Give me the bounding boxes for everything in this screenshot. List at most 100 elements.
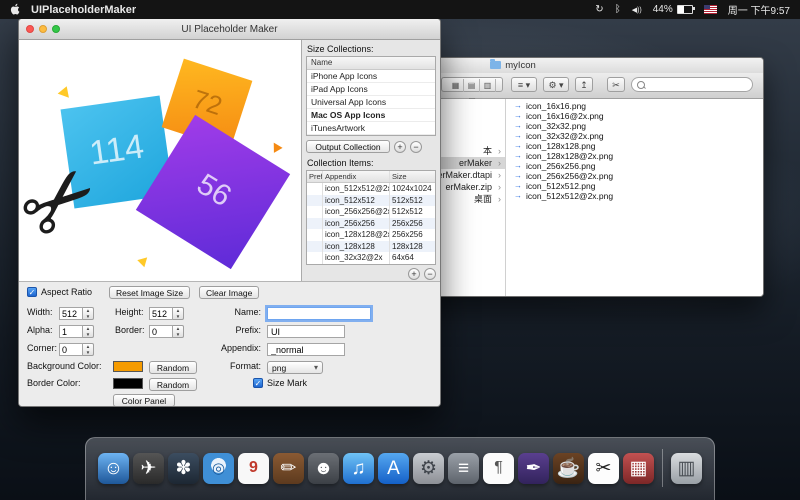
input-language-flag-icon[interactable] [704, 5, 717, 14]
table-row[interactable]: icon_512x512@2x1024x1024 [307, 183, 435, 195]
add-collection-button[interactable]: + [394, 141, 406, 153]
border-input[interactable] [149, 325, 173, 338]
stepper-arrows[interactable]: ▲▼ [173, 325, 184, 338]
dock-item-textedit[interactable]: ¶ [483, 453, 514, 484]
dock-item-parallels[interactable]: ▦ [623, 453, 654, 484]
table-row[interactable]: icon_128x128128x128 [307, 241, 435, 253]
apple-menu-icon[interactable] [10, 3, 21, 16]
collection-item[interactable]: Universal App Icons [307, 96, 435, 109]
collection-item[interactable]: iPad App Icons [307, 83, 435, 96]
dock-item-launchpad[interactable]: ✈ [133, 453, 164, 484]
file-row[interactable]: →icon_256x256@2x.png [506, 171, 763, 181]
stepper-arrows[interactable]: ▲▼ [83, 307, 94, 320]
list-header: Name [307, 57, 435, 70]
search-input[interactable] [648, 79, 742, 91]
edit-tool-button[interactable]: ✂ [607, 77, 625, 92]
file-row[interactable]: →icon_128x128.png [506, 141, 763, 151]
trash-icon: ▥ [678, 459, 696, 478]
stepper-down-icon: ▼ [83, 314, 93, 320]
file-arrow-icon: → [514, 181, 522, 191]
app-window-title: UI Placeholder Maker [19, 24, 440, 35]
volume-icon[interactable]: ◀)) [632, 6, 642, 14]
view-mode-control[interactable]: ▦▤▥▭ [441, 77, 503, 92]
file-row[interactable]: →icon_256x256.png [506, 161, 763, 171]
remove-collection-button[interactable]: − [410, 141, 422, 153]
image-preview[interactable]: 114 72 56 ✂ [19, 40, 301, 281]
stepper-arrows[interactable]: ▲▼ [83, 325, 94, 338]
dock-item-coffee-app[interactable]: ☕ [553, 453, 584, 484]
dock-item-trash[interactable]: ▥ [671, 453, 702, 484]
time-machine-icon[interactable]: ↻ [595, 4, 603, 15]
dock-item-pixelmator[interactable]: ✒ [518, 453, 549, 484]
dock-item-utilities[interactable]: ≡ [448, 453, 479, 484]
chevron-right-icon: › [498, 145, 501, 157]
table-row[interactable]: icon_32x32@2x64x64 [307, 252, 435, 264]
dock-item-photos[interactable]: ✽ [168, 453, 199, 484]
list-view-icon[interactable]: ▤ [464, 79, 480, 92]
stepper-arrows[interactable]: ▲▼ [83, 343, 94, 356]
alpha-input[interactable] [59, 325, 83, 338]
color-panel-button[interactable]: Color Panel [113, 394, 175, 407]
file-row[interactable]: →icon_32x32.png [506, 121, 763, 131]
bluetooth-icon[interactable]: ᛒ [615, 4, 621, 15]
width-input[interactable] [59, 307, 83, 320]
arrange-button[interactable]: ≡ ▾ [511, 77, 537, 92]
remove-item-button[interactable]: − [424, 268, 436, 280]
clear-image-button[interactable]: Clear Image [199, 286, 259, 299]
border-color-swatch[interactable] [113, 378, 143, 389]
reset-image-size-button[interactable]: Reset Image Size [109, 286, 190, 299]
file-row[interactable]: →icon_16x16@2x.png [506, 111, 763, 121]
table-row[interactable]: icon_128x128@2x256x256 [307, 229, 435, 241]
search-field[interactable] [631, 77, 753, 92]
aspect-ratio-option[interactable]: ✓ Aspect Ratio [27, 287, 92, 297]
collection-item[interactable]: iTunesArtwork [307, 122, 435, 135]
corner-input[interactable] [59, 343, 83, 356]
size-mark-option[interactable]: ✓ Size Mark [253, 378, 307, 388]
dock-item-system-preferences[interactable]: ⚙ [413, 453, 444, 484]
dock-item-contacts[interactable]: ☻ [308, 453, 339, 484]
menubar-app-name[interactable]: UIPlaceholderMaker [31, 4, 136, 16]
collection-item-selected[interactable]: Mac OS App Icons [307, 109, 435, 122]
dock-item-finder[interactable]: ☺ [98, 453, 129, 484]
chevron-right-icon: › [498, 157, 501, 169]
name-input[interactable] [267, 307, 371, 320]
table-row[interactable]: icon_256x256256x256 [307, 218, 435, 230]
file-row[interactable]: →icon_512x512@2x.png [506, 191, 763, 201]
dock-item-app-store[interactable]: A [378, 453, 409, 484]
share-button[interactable]: ↥ [575, 77, 593, 92]
background-random-button[interactable]: Random [149, 361, 197, 374]
dock-item-itunes[interactable]: ♫ [343, 453, 374, 484]
table-row[interactable]: icon_512x512512x512 [307, 195, 435, 207]
aspect-ratio-checkbox[interactable]: ✓ [27, 287, 37, 297]
dock-item-ui-placeholder-maker[interactable]: ✂ [588, 453, 619, 484]
column-view-icon[interactable]: ▥ [480, 79, 496, 92]
menubar-clock[interactable]: 周一 下午9:57 [728, 2, 790, 17]
gear-icon: ⚙ [548, 80, 556, 90]
add-item-button[interactable]: + [408, 268, 420, 280]
collection-item[interactable]: iPhone App Icons [307, 70, 435, 83]
dock-item-safari[interactable]: ◎ [203, 453, 234, 484]
collections-panel: Size Collections: Name iPhone App Icons … [301, 40, 440, 281]
dock-item-calendar[interactable]: 9 [238, 453, 269, 484]
file-row[interactable]: →icon_128x128@2x.png [506, 151, 763, 161]
table-row[interactable]: icon_256x256@2x512x512 [307, 206, 435, 218]
height-input[interactable] [149, 307, 173, 320]
prefix-input[interactable] [267, 325, 345, 338]
appendix-input[interactable] [267, 343, 345, 356]
background-color-swatch[interactable] [113, 361, 143, 372]
output-collection-button[interactable]: Output Collection [306, 140, 390, 153]
format-popup[interactable]: png▾ [267, 361, 323, 374]
icon-view-icon[interactable]: ▦ [448, 79, 464, 92]
file-row[interactable]: →icon_32x32@2x.png [506, 131, 763, 141]
finder-icon: ☺ [104, 459, 123, 478]
dock-item-notes[interactable]: ✏ [273, 453, 304, 484]
border-random-button[interactable]: Random [149, 378, 197, 391]
action-button[interactable]: ⚙ ▾ [543, 77, 569, 92]
size-mark-checkbox[interactable]: ✓ [253, 378, 263, 388]
file-arrow-icon: → [514, 171, 522, 181]
stepper-arrows[interactable]: ▲▼ [173, 307, 184, 320]
file-row[interactable]: →icon_16x16.png [506, 101, 763, 111]
file-row[interactable]: →icon_512x512.png [506, 181, 763, 191]
battery-status[interactable]: 44% [653, 4, 693, 15]
chevron-right-icon: › [498, 193, 501, 205]
